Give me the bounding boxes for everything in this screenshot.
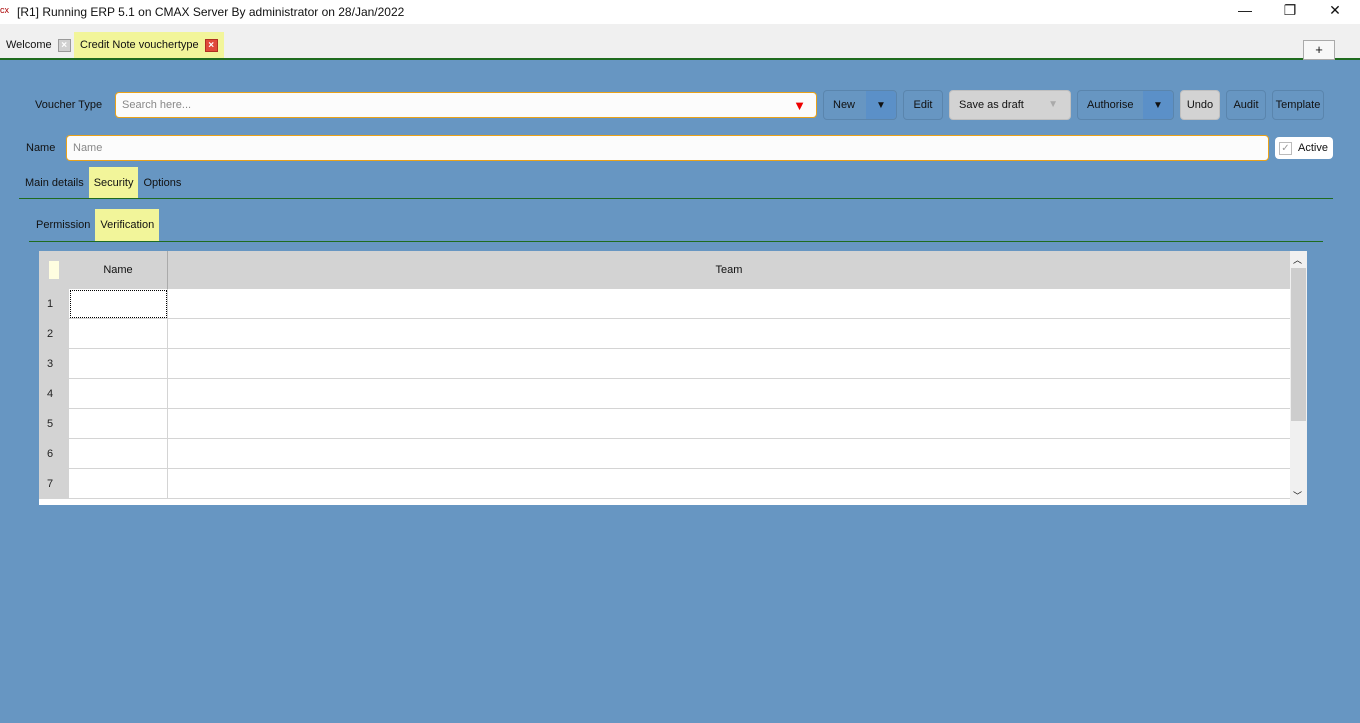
row-number: 2 bbox=[39, 319, 69, 349]
name-cell[interactable] bbox=[69, 349, 168, 379]
minimize-icon[interactable]: — bbox=[1230, 2, 1260, 18]
name-cell[interactable] bbox=[69, 409, 168, 439]
undo-button[interactable]: Undo bbox=[1180, 90, 1220, 120]
team-cell[interactable] bbox=[169, 469, 1290, 499]
table-row[interactable]: 6 bbox=[39, 439, 1290, 469]
sub-tabs: Permission Verification bbox=[31, 209, 160, 241]
team-cell[interactable] bbox=[169, 289, 1290, 319]
authorise-button[interactable]: Authorise ▼ bbox=[1077, 90, 1174, 120]
tab-permission[interactable]: Permission bbox=[31, 209, 95, 241]
chevron-down-icon[interactable]: ▼ bbox=[866, 91, 896, 119]
column-header-team[interactable]: Team bbox=[168, 251, 1290, 289]
scroll-down-icon[interactable]: ﹀ bbox=[1293, 489, 1302, 502]
vertical-scrollbar[interactable]: ︿ ﹀ bbox=[1290, 251, 1307, 505]
chevron-down-icon[interactable]: ▼ bbox=[1143, 91, 1173, 119]
tab-verification[interactable]: Verification bbox=[95, 209, 160, 241]
team-cell[interactable] bbox=[169, 349, 1290, 379]
verification-grid: Name Team 1 2 3 4 5 6 7 ︿ ﹀ bbox=[39, 251, 1307, 505]
new-label: New bbox=[833, 99, 856, 111]
divider bbox=[19, 198, 1333, 199]
name-input[interactable]: Name bbox=[66, 135, 1269, 161]
team-cell[interactable] bbox=[169, 319, 1290, 349]
tab-label: Credit Note vouchertype bbox=[80, 39, 199, 51]
table-row[interactable]: 7 bbox=[39, 469, 1290, 499]
maximize-icon[interactable]: ❐ bbox=[1275, 2, 1305, 19]
row-number: 1 bbox=[39, 289, 69, 319]
audit-button[interactable]: Audit bbox=[1226, 90, 1266, 120]
scroll-up-icon[interactable]: ︿ bbox=[1293, 253, 1302, 266]
name-cell[interactable] bbox=[69, 469, 168, 499]
template-button[interactable]: Template bbox=[1272, 90, 1324, 120]
tab-credit-note-vouchertype[interactable]: Credit Note vouchertype × bbox=[74, 32, 224, 58]
name-label: Name bbox=[26, 142, 56, 154]
save-label: Save as draft bbox=[959, 99, 1024, 111]
team-cell[interactable] bbox=[169, 379, 1290, 409]
select-all-box bbox=[49, 261, 59, 279]
tab-welcome[interactable]: Welcome × bbox=[2, 32, 75, 58]
row-number: 3 bbox=[39, 349, 69, 379]
title-bar: cx [R1] Running ERP 5.1 on CMAX Server B… bbox=[0, 0, 1360, 24]
team-cell[interactable] bbox=[169, 409, 1290, 439]
row-number: 6 bbox=[39, 439, 69, 469]
name-cell[interactable] bbox=[69, 319, 168, 349]
save-as-draft-button[interactable]: Save as draft ▼ bbox=[949, 90, 1071, 120]
new-button[interactable]: New ▼ bbox=[823, 90, 897, 120]
row-number: 4 bbox=[39, 379, 69, 409]
checkmark-icon: ✓ bbox=[1279, 141, 1292, 155]
row-number: 5 bbox=[39, 409, 69, 439]
window-title: [R1] Running ERP 5.1 on CMAX Server By a… bbox=[17, 5, 405, 19]
name-cell[interactable] bbox=[69, 379, 168, 409]
table-row[interactable]: 2 bbox=[39, 319, 1290, 349]
document-tab-bar: Welcome × Credit Note vouchertype × bbox=[0, 24, 1360, 60]
close-tab-icon[interactable]: × bbox=[204, 38, 218, 52]
table-row[interactable]: 3 bbox=[39, 349, 1290, 379]
table-row[interactable]: 4 bbox=[39, 379, 1290, 409]
table-row[interactable]: 1 bbox=[39, 289, 1290, 319]
tab-options[interactable]: Options bbox=[138, 167, 186, 199]
tab-security[interactable]: Security bbox=[88, 167, 139, 199]
authorise-label: Authorise bbox=[1087, 99, 1134, 111]
scroll-thumb[interactable] bbox=[1291, 268, 1306, 421]
divider bbox=[29, 241, 1323, 242]
name-placeholder: Name bbox=[73, 142, 103, 154]
active-checkbox[interactable]: ✓ Active bbox=[1275, 137, 1333, 159]
add-tab-button[interactable]: + bbox=[1303, 40, 1335, 60]
chevron-down-icon: ▼ bbox=[1048, 99, 1058, 110]
app-logo: cx bbox=[0, 5, 9, 15]
team-cell[interactable] bbox=[169, 439, 1290, 469]
main-tabs: Main details Security Options bbox=[20, 167, 186, 199]
dropdown-arrow-icon[interactable]: ▼ bbox=[793, 98, 806, 113]
name-cell[interactable] bbox=[69, 439, 168, 469]
voucher-type-search[interactable]: Search here... ▼ bbox=[115, 92, 817, 118]
edit-button[interactable]: Edit bbox=[903, 90, 943, 120]
tab-label: Welcome bbox=[6, 39, 52, 51]
name-cell[interactable] bbox=[69, 289, 168, 319]
row-number: 7 bbox=[39, 469, 69, 499]
close-icon[interactable]: ✕ bbox=[1320, 2, 1350, 19]
active-label: Active bbox=[1298, 142, 1328, 154]
close-tab-icon[interactable]: × bbox=[57, 38, 71, 52]
search-placeholder: Search here... bbox=[122, 99, 192, 111]
select-all-cell[interactable] bbox=[39, 251, 69, 289]
column-header-name[interactable]: Name bbox=[69, 251, 168, 289]
tab-main-details[interactable]: Main details bbox=[20, 167, 89, 199]
voucher-type-label: Voucher Type bbox=[35, 99, 103, 111]
table-row[interactable]: 5 bbox=[39, 409, 1290, 439]
